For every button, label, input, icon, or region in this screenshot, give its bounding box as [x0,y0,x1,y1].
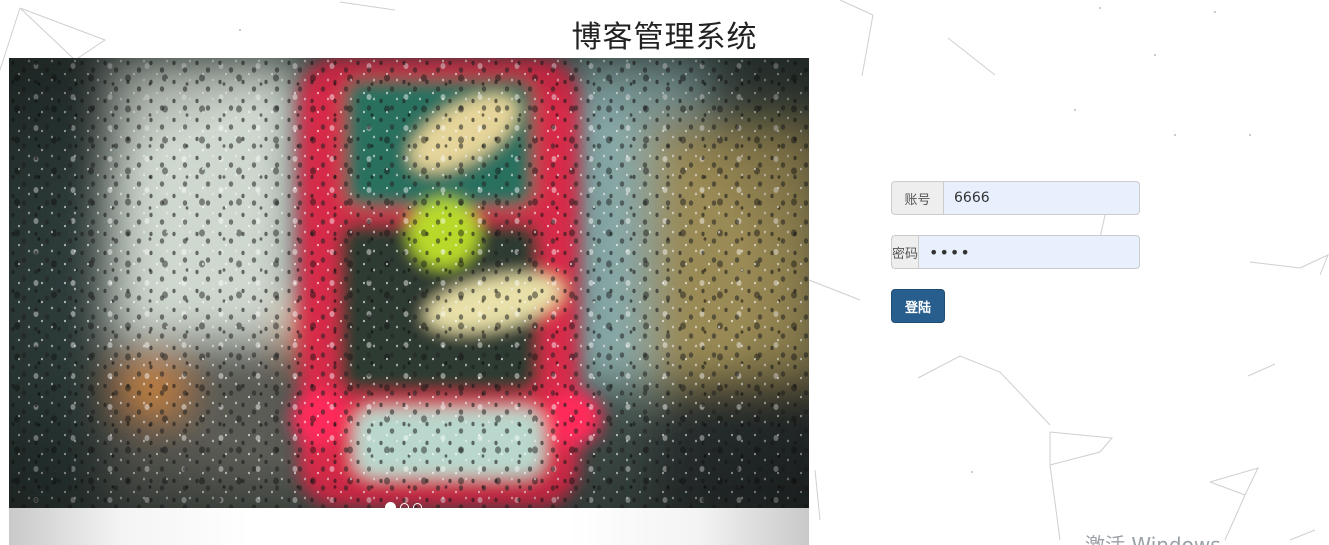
username-input[interactable] [944,181,1140,215]
carousel-indicators [385,502,422,513]
carousel-caption-area [9,508,809,545]
login-page: 博客管理系统 账号 6666 密码 •••• 登陆 激活 Windows [0,0,1329,545]
username-input-group: 账号 [891,181,1140,215]
login-button[interactable]: 登陆 [891,289,945,323]
page-title: 博客管理系统 [571,20,758,55]
carousel-indicator-1[interactable] [385,502,396,513]
carousel-slide-image [9,58,809,508]
password-label: 密码 [891,235,919,269]
username-label: 账号 [891,181,944,215]
image-carousel[interactable] [9,58,809,545]
activate-windows-watermark: 激活 Windows [1085,533,1221,545]
password-input[interactable] [919,235,1140,269]
password-input-group: 密码 [891,235,1140,269]
carousel-indicator-3[interactable] [413,503,422,512]
carousel-indicator-2[interactable] [400,503,409,512]
